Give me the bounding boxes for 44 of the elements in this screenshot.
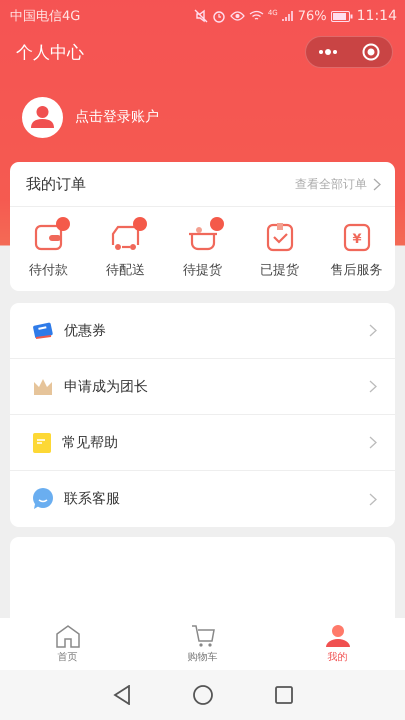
chat-bubble-icon: [32, 488, 54, 510]
chevron-icon: [369, 492, 377, 506]
order-status-item[interactable]: 已提货: [241, 221, 318, 279]
mute-icon: [194, 9, 208, 23]
battery-percent: 76%: [298, 8, 327, 24]
avatar-icon: [22, 96, 63, 138]
more-icon: [318, 49, 338, 55]
signal-icon: [282, 10, 294, 22]
home-button[interactable]: [192, 685, 212, 705]
home-circle-icon: [192, 685, 212, 705]
eye-icon: [230, 10, 245, 22]
order-status-item[interactable]: 待付款: [10, 221, 87, 279]
menu-item[interactable]: 优惠券: [10, 303, 395, 359]
chevron-icon: [373, 178, 381, 190]
menu-item[interactable]: 申请成为团长: [10, 359, 395, 415]
menu-item[interactable]: 常见帮助: [10, 415, 395, 471]
user-icon: [324, 624, 350, 648]
order-status-item[interactable]: 待提货: [164, 221, 241, 279]
crown-icon: [32, 376, 54, 396]
orders-title: 我的订单: [26, 174, 87, 194]
chevron-icon: [369, 324, 377, 337]
ticket-icon: [32, 320, 54, 340]
tab-bar-item[interactable]: 我的: [270, 618, 405, 670]
order-status-item[interactable]: ¥ 售后服务: [318, 221, 395, 279]
back-button[interactable]: [112, 685, 130, 705]
carrier-name: 中国电信4G: [10, 8, 80, 25]
chevron-icon: [369, 380, 377, 393]
wifi-icon: [248, 10, 264, 22]
clock-time: 11:14: [356, 8, 397, 24]
note-icon: [32, 432, 52, 454]
alarm-icon: [212, 9, 226, 23]
target-icon: [362, 43, 380, 61]
tab-bar-item[interactable]: 购物车: [135, 618, 270, 670]
cart-icon: [190, 624, 216, 648]
home-icon: [54, 624, 80, 648]
square-icon: [274, 686, 292, 704]
recents-button[interactable]: [274, 686, 292, 704]
battery-icon: [330, 10, 353, 22]
menu-item[interactable]: 联系客服: [10, 471, 395, 527]
page-title: 个人中心: [16, 42, 85, 64]
tab-bar-item[interactable]: 首页: [0, 618, 135, 670]
order-status-item[interactable]: 待配送: [87, 221, 164, 279]
back-icon: [112, 685, 130, 705]
chevron-icon: [369, 436, 377, 449]
